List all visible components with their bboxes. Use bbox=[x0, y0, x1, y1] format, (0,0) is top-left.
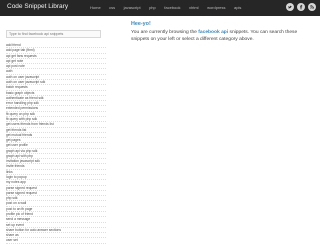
snippet-sidebar: add friendadd page tab (fbml)api get fan… bbox=[6, 22, 106, 245]
facebook-icon[interactable] bbox=[297, 3, 305, 11]
nav-link-php[interactable]: php bbox=[149, 5, 156, 10]
nav-link-javascript[interactable]: javascript bbox=[124, 5, 141, 10]
nav-link-facebook[interactable]: facebook bbox=[164, 5, 180, 10]
top-navbar: Code Snippet Library Home css javascript… bbox=[0, 0, 320, 16]
category-highlight[interactable]: facebook api bbox=[198, 30, 228, 35]
snippet-search-input[interactable] bbox=[6, 30, 101, 38]
intro-text-before: You are currently browsing the bbox=[131, 30, 199, 35]
social-icons bbox=[283, 3, 316, 11]
nav-link-apis[interactable]: apis bbox=[234, 5, 241, 10]
nav-links: Home css javascript php facebook xhtml w… bbox=[90, 5, 250, 10]
site-brand[interactable]: Code Snippet Library bbox=[7, 3, 68, 10]
main-content: Hee-yo! You are currently browsing the f… bbox=[131, 21, 316, 43]
intro-text: You are currently browsing the facebook … bbox=[131, 29, 316, 43]
twitter-icon[interactable] bbox=[286, 3, 294, 11]
snippet-list: add friend add page tab (fbml) api get fan… bbox=[6, 43, 106, 244]
nav-link-css[interactable]: css bbox=[109, 5, 115, 10]
snippet-link[interactable]: user set bbox=[6, 238, 106, 244]
nav-link-xhtml[interactable]: xhtml bbox=[189, 5, 199, 10]
nav-link-home[interactable]: Home bbox=[90, 5, 101, 10]
rss-icon[interactable] bbox=[308, 3, 316, 11]
nav-link-wordpress[interactable]: wordpress bbox=[207, 5, 225, 10]
welcome-heading: Hee-yo! bbox=[131, 21, 151, 27]
